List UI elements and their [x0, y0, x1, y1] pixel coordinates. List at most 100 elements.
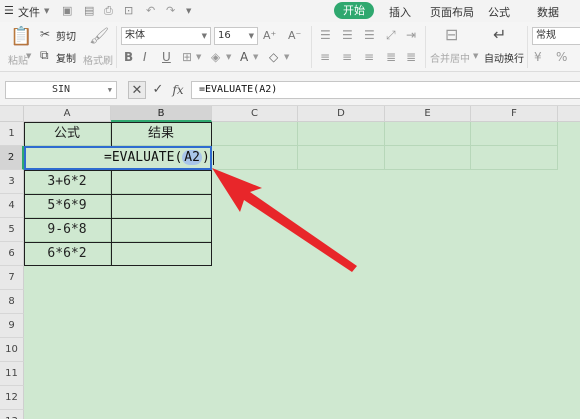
cell-e2[interactable] — [385, 146, 471, 170]
cell-b1[interactable]: 结果 — [111, 122, 212, 146]
align-center-icon[interactable]: ≡ — [342, 51, 352, 63]
cell-a3[interactable]: 3+6*2 — [24, 170, 111, 194]
paste-label[interactable]: 粘贴 — [8, 52, 28, 67]
formula-input[interactable]: =EVALUATE(A2) — [191, 81, 580, 99]
merge-center-button[interactable]: 合并居中 — [430, 50, 470, 65]
row-header-10[interactable]: 10 — [0, 338, 24, 362]
increase-font-button[interactable]: A⁺ — [263, 29, 276, 42]
tab-page-layout[interactable]: 页面布局 — [430, 4, 474, 20]
column-header-b[interactable]: B — [111, 106, 212, 122]
cell-a1[interactable]: 公式 — [24, 122, 111, 146]
align-bottom-icon[interactable]: ☰ — [364, 29, 375, 41]
font-color-chevron-icon[interactable]: ▼ — [253, 54, 258, 61]
row-header-9[interactable]: 9 — [0, 314, 24, 338]
cell-a6[interactable]: 6*6*2 — [24, 242, 111, 266]
quick-access-chevron-icon[interactable]: ▼ — [186, 7, 191, 15]
paste-chevron-icon[interactable]: ▼ — [26, 53, 31, 60]
file-menu-chevron-icon[interactable]: ▼ — [44, 7, 49, 15]
align-right-icon[interactable]: ≡ — [364, 51, 374, 63]
cell-a5[interactable]: 9-6*8 — [24, 218, 111, 242]
percent-icon[interactable]: % — [556, 51, 567, 63]
clear-format-chevron-icon[interactable]: ▼ — [284, 54, 289, 61]
file-menu[interactable]: 文件 — [18, 4, 40, 20]
row-header-2[interactable]: 2 — [0, 146, 24, 170]
row-header-12[interactable]: 12 — [0, 386, 24, 410]
italic-button[interactable]: I — [143, 50, 147, 64]
column-header-f[interactable]: F — [471, 106, 558, 122]
cell-f1[interactable] — [471, 122, 558, 146]
number-format-select[interactable]: 常规 — [532, 27, 580, 45]
select-all-corner[interactable] — [0, 106, 24, 122]
cell-d2[interactable] — [298, 146, 385, 170]
cell-c1[interactable] — [212, 122, 298, 146]
copy-button[interactable]: 复制 — [56, 50, 76, 65]
wrap-text-icon[interactable]: ↵ — [493, 27, 506, 43]
print-icon[interactable]: ⎙ — [104, 4, 113, 18]
row-header-7[interactable]: 7 — [0, 266, 24, 290]
hamburger-menu-icon[interactable]: ☰ — [4, 4, 14, 17]
row-header-5[interactable]: 5 — [0, 218, 24, 242]
undo-icon[interactable]: ↶ — [146, 4, 155, 17]
decrease-font-button[interactable]: A⁻ — [288, 29, 301, 42]
paste-icon[interactable]: 📋 — [10, 28, 32, 46]
confirm-edit-icon[interactable]: ✓ — [149, 81, 167, 99]
insert-function-icon[interactable]: fx — [169, 81, 187, 99]
distributed-icon[interactable]: ≣ — [406, 51, 416, 63]
borders-icon[interactable]: ⊞ — [182, 51, 192, 63]
cell-f2[interactable] — [471, 146, 558, 170]
merge-center-chevron-icon[interactable]: ▼ — [473, 53, 478, 60]
align-left-icon[interactable]: ≡ — [320, 51, 330, 63]
tab-formulas[interactable]: 公式 — [488, 4, 510, 20]
cut-icon[interactable]: ✂ — [40, 28, 50, 40]
bold-button[interactable]: B — [124, 50, 133, 64]
borders-chevron-icon[interactable]: ▼ — [196, 54, 201, 61]
save-icon[interactable]: ▣ — [62, 4, 72, 17]
export-pdf-icon[interactable]: ▤ — [84, 4, 94, 17]
fill-color-chevron-icon[interactable]: ▼ — [226, 54, 231, 61]
underline-button[interactable]: U — [162, 50, 171, 64]
indent-icon[interactable]: ⇥ — [406, 29, 416, 41]
tab-insert[interactable]: 插入 — [389, 4, 411, 20]
print-preview-icon[interactable]: ⊡ — [124, 4, 133, 17]
copy-icon[interactable]: ⧉ — [40, 49, 49, 61]
clear-format-icon[interactable]: ◇ — [269, 51, 278, 63]
fill-color-icon[interactable]: ◈ — [211, 51, 220, 63]
row-header-6[interactable]: 6 — [0, 242, 24, 266]
wrap-text-button[interactable]: 自动换行 — [484, 50, 524, 65]
cell-b6[interactable] — [111, 242, 212, 266]
row-header-11[interactable]: 11 — [0, 362, 24, 386]
font-size-select[interactable]: 16 ▼ — [214, 27, 258, 45]
redo-icon[interactable]: ↷ — [166, 4, 175, 17]
cell-e1[interactable] — [385, 122, 471, 146]
format-painter-label[interactable]: 格式刷 — [83, 52, 113, 67]
active-cell-editor[interactable]: =EVALUATE(A2) — [24, 146, 214, 170]
font-name-select[interactable]: 宋体 ▼ — [121, 27, 211, 45]
column-header-a[interactable]: A — [24, 106, 111, 122]
cell-b3[interactable] — [111, 170, 212, 194]
column-header-e[interactable]: E — [385, 106, 471, 122]
cancel-edit-icon[interactable]: ✕ — [128, 81, 146, 99]
justify-icon[interactable]: ≣ — [386, 51, 396, 63]
orientation-icon[interactable]: ⤢ — [386, 29, 396, 41]
align-middle-icon[interactable]: ☰ — [342, 29, 353, 41]
row-header-13[interactable]: 13 — [0, 410, 24, 419]
cell-b5[interactable] — [111, 218, 212, 242]
tab-home[interactable]: 开始 — [334, 2, 374, 19]
cut-button[interactable]: 剪切 — [56, 28, 76, 43]
row-header-1[interactable]: 1 — [0, 122, 24, 146]
row-header-4[interactable]: 4 — [0, 194, 24, 218]
tab-data[interactable]: 数据 — [537, 4, 559, 20]
font-color-button[interactable]: A — [240, 50, 248, 64]
cell-a4[interactable]: 5*6*9 — [24, 194, 111, 218]
align-top-icon[interactable]: ☰ — [320, 29, 331, 41]
column-header-c[interactable]: C — [212, 106, 298, 122]
cell-c2[interactable] — [212, 146, 298, 170]
name-box[interactable]: SIN ▼ — [5, 81, 117, 99]
format-painter-icon[interactable]: 🖌 — [89, 28, 109, 44]
cell-b4[interactable] — [111, 194, 212, 218]
cell-d1[interactable] — [298, 122, 385, 146]
row-header-3[interactable]: 3 — [0, 170, 24, 194]
cells-area[interactable]: 公式 结果 3+6*2 5*6*9 9-6*8 6*6*2 =EVALUATE(… — [24, 122, 580, 419]
row-header-8[interactable]: 8 — [0, 290, 24, 314]
currency-icon[interactable]: ¥ — [534, 51, 542, 63]
